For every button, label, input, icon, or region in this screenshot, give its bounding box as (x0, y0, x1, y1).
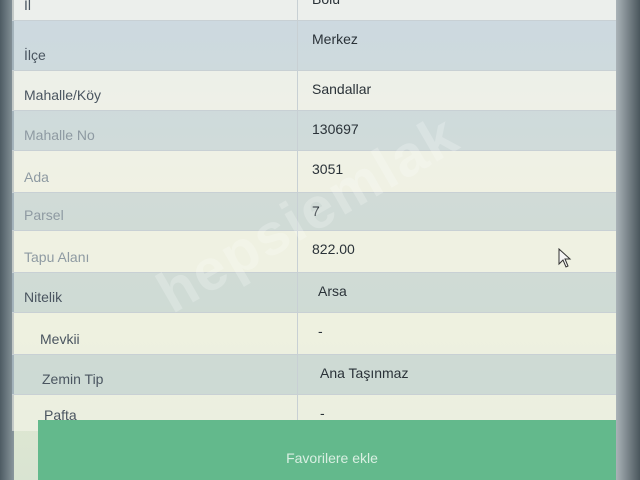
row-value-zemin-tip: Ana Taşınmaz (320, 365, 409, 381)
row-label-mahalle-no: Mahalle No (12, 111, 298, 151)
row-label-mevkii: Mevkii (12, 313, 298, 355)
mouse-cursor-icon (558, 248, 572, 268)
row-value-il: Bolu (298, 0, 618, 21)
row-label-ada: Ada (12, 151, 298, 193)
row-label-il: İl (12, 0, 298, 21)
row-label-zemin-tip: Zemin Tip (12, 355, 298, 395)
table-row: İl Bolu (12, 0, 618, 21)
table-row: Mevkii - (12, 312, 618, 355)
table-row: Zemin Tip Ana Taşınmaz (12, 354, 618, 395)
monitor-bezel-right (616, 0, 640, 480)
table-row: Mahalle No 130697 (12, 110, 618, 151)
row-label-ilce: İlçe (12, 21, 298, 71)
row-value-ilce: Merkez (312, 31, 358, 47)
table-row: İlçe Merkez (12, 20, 618, 71)
row-label-mahalle-koy: Mahalle/Köy (12, 71, 298, 111)
table-row: Nitelik Arsa (12, 272, 618, 313)
screen: İl Bolu İlçe Merkez Mahalle/Köy Sandalla… (0, 0, 640, 480)
row-value-nitelik: Arsa (318, 283, 347, 299)
table-row: Mahalle/Köy Sandallar (12, 70, 618, 111)
row-value-mevkii: - (318, 323, 323, 339)
row-value-mahalle-koy: Sandallar (312, 81, 372, 97)
add-to-favorites-button[interactable]: Favorilere ekle (38, 420, 626, 480)
